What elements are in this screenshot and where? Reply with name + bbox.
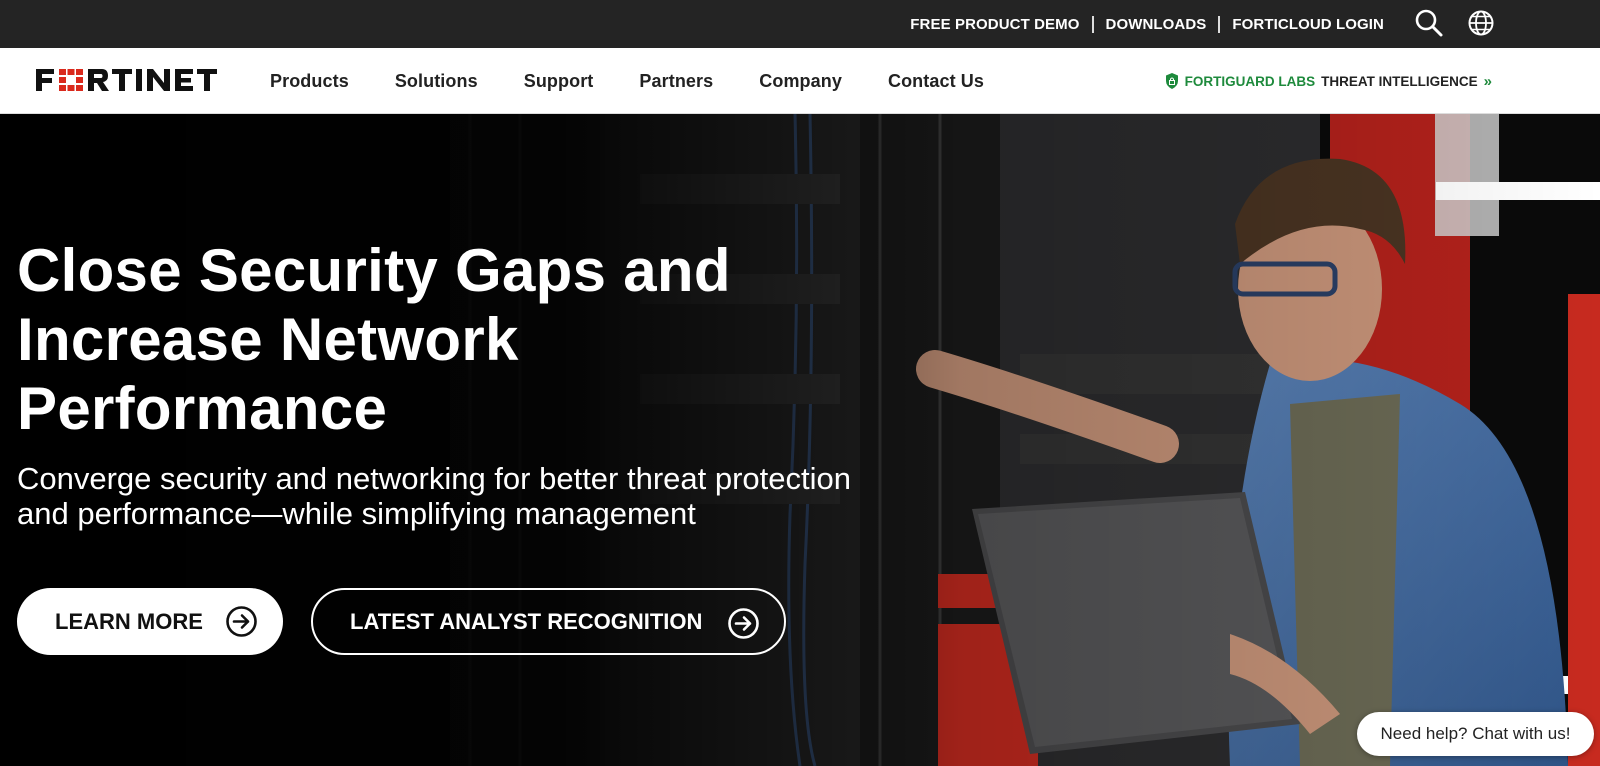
hero-title-line: Performance <box>17 375 388 442</box>
forticloud-login-link[interactable]: FORTICLOUD LOGIN <box>1220 16 1396 33</box>
shield-icon <box>1165 73 1178 89</box>
utility-bar: FREE PRODUCT DEMO DOWNLOADS FORTICLOUD L… <box>0 0 1600 48</box>
learn-more-button[interactable]: LEARN MORE <box>17 588 283 655</box>
arrow-circle-right-icon <box>728 608 759 639</box>
nav-item-contact-us[interactable]: Contact Us <box>865 71 1007 92</box>
hero-banner: Close Security Gaps and Increase Network… <box>0 114 1600 766</box>
nav-item-company[interactable]: Company <box>736 71 865 92</box>
chat-help-label: Need help? Chat with us! <box>1380 724 1571 743</box>
arrow-circle-right-icon <box>226 606 257 637</box>
downloads-link[interactable]: DOWNLOADS <box>1094 16 1219 33</box>
fortinet-logo[interactable] <box>34 66 230 94</box>
hero-subtitle-line: and performance—while simplifying manage… <box>17 496 696 531</box>
free-product-demo-link[interactable]: FREE PRODUCT DEMO <box>898 16 1091 33</box>
hero-subtitle: Converge security and networking for bet… <box>17 461 897 531</box>
nav-item-products[interactable]: Products <box>247 71 372 92</box>
nav-menu: Products Solutions Support Partners Comp… <box>247 48 1007 114</box>
threat-intelligence-label: THREAT INTELLIGENCE <box>1321 73 1478 89</box>
nav-item-partners[interactable]: Partners <box>616 71 736 92</box>
search-icon[interactable] <box>1412 6 1446 40</box>
hero-title: Close Security Gaps and Increase Network… <box>17 236 777 443</box>
main-navigation: Products Solutions Support Partners Comp… <box>0 48 1600 114</box>
latest-analyst-recognition-button[interactable]: LATEST ANALYST RECOGNITION <box>311 588 786 655</box>
globe-icon[interactable] <box>1464 6 1498 40</box>
chat-help-button[interactable]: Need help? Chat with us! <box>1357 712 1594 756</box>
hero-title-line: Increase Network <box>17 306 519 373</box>
nav-item-solutions[interactable]: Solutions <box>372 71 501 92</box>
fortiguard-brand: FORTIGUARD LABS <box>1184 73 1316 89</box>
analyst-recognition-label: LATEST ANALYST RECOGNITION <box>350 608 703 634</box>
double-chevron-icon: » <box>1483 72 1492 90</box>
learn-more-label: LEARN MORE <box>55 608 203 634</box>
fortiguard-labs-link[interactable]: FORTIGUARD LABS THREAT INTELLIGENCE » <box>1165 70 1492 92</box>
hero-subtitle-line: Converge security and networking for bet… <box>17 461 852 496</box>
nav-item-support[interactable]: Support <box>501 71 617 92</box>
utility-links: FREE PRODUCT DEMO DOWNLOADS FORTICLOUD L… <box>898 0 1396 48</box>
hero-title-line: Close Security Gaps and <box>17 237 731 304</box>
